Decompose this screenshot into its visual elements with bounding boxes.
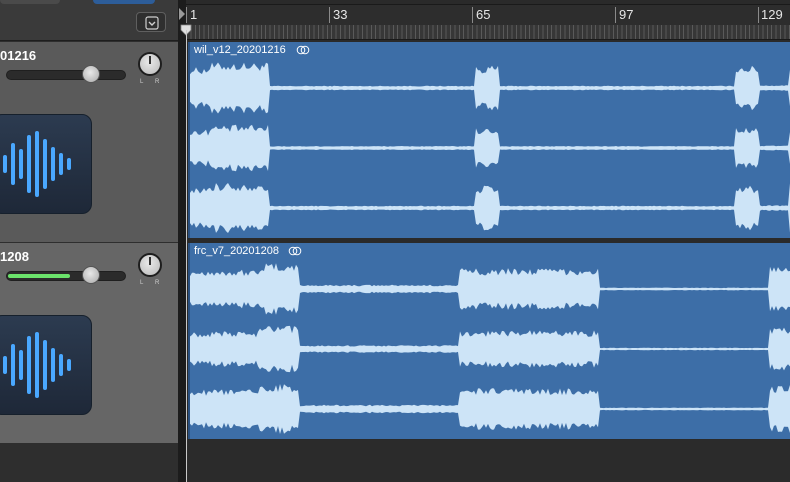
track-header-column: 01216 L R 1208 L R [0, 0, 178, 482]
bar-number: 65 [476, 7, 491, 22]
pan-knob[interactable] [138, 253, 162, 277]
link-icon [296, 45, 310, 55]
pan-right-label: R [155, 280, 160, 286]
volume-slider-knob[interactable] [82, 266, 100, 284]
audio-region[interactable]: wil_v12_20201216 [188, 42, 790, 238]
empty-track-area[interactable] [186, 440, 790, 482]
volume-slider[interactable] [6, 271, 126, 281]
track-header-toolbar [0, 0, 178, 41]
audio-region[interactable]: frc_v7_20201208 [188, 243, 790, 439]
volume-slider[interactable] [6, 70, 126, 80]
chevron-down-box-icon [145, 16, 159, 30]
waveform-icon [3, 332, 71, 398]
pan-right-label: R [155, 79, 160, 85]
bar-number: 33 [333, 7, 348, 22]
track-name[interactable]: 1208 [0, 249, 29, 264]
waveform [190, 62, 790, 233]
waveform-shape [190, 263, 790, 434]
bar-number: 97 [619, 7, 634, 22]
waveform [190, 263, 790, 434]
toolbar-button-partial[interactable] [0, 0, 60, 4]
project-start-marker-icon[interactable] [178, 7, 186, 21]
waveform-icon [3, 131, 71, 197]
playhead-line[interactable] [186, 30, 187, 482]
track-header[interactable]: 1208 L R [0, 243, 178, 443]
link-icon [288, 246, 302, 256]
bar-tick [758, 7, 759, 23]
track-icon[interactable] [0, 315, 92, 415]
bar-tick [186, 7, 187, 23]
toolbar-button-partial-active[interactable] [93, 0, 155, 4]
volume-slider-knob[interactable] [82, 65, 100, 83]
region-name: frc_v7_20201208 [194, 245, 280, 257]
track-icon[interactable] [0, 114, 92, 214]
beat-ticks[interactable] [186, 25, 790, 39]
bar-tick [329, 7, 330, 23]
pan-knob[interactable] [138, 52, 162, 76]
waveform-shape [190, 62, 790, 233]
bar-ruler[interactable]: 1 33 65 97 129 [186, 4, 790, 40]
bar-number: 129 [761, 7, 783, 22]
track-name[interactable]: 01216 [0, 48, 36, 63]
bar-tick [472, 7, 473, 23]
track-header[interactable]: 01216 L R [0, 42, 178, 242]
track-options-button[interactable] [136, 12, 166, 32]
pan-left-label: L [140, 280, 144, 286]
region-name: wil_v12_20201216 [194, 44, 286, 56]
pan-left-label: L [140, 79, 144, 85]
bar-number: 1 [190, 7, 198, 22]
bar-tick [615, 7, 616, 23]
level-meter [8, 274, 70, 278]
header-divider[interactable] [178, 0, 186, 482]
